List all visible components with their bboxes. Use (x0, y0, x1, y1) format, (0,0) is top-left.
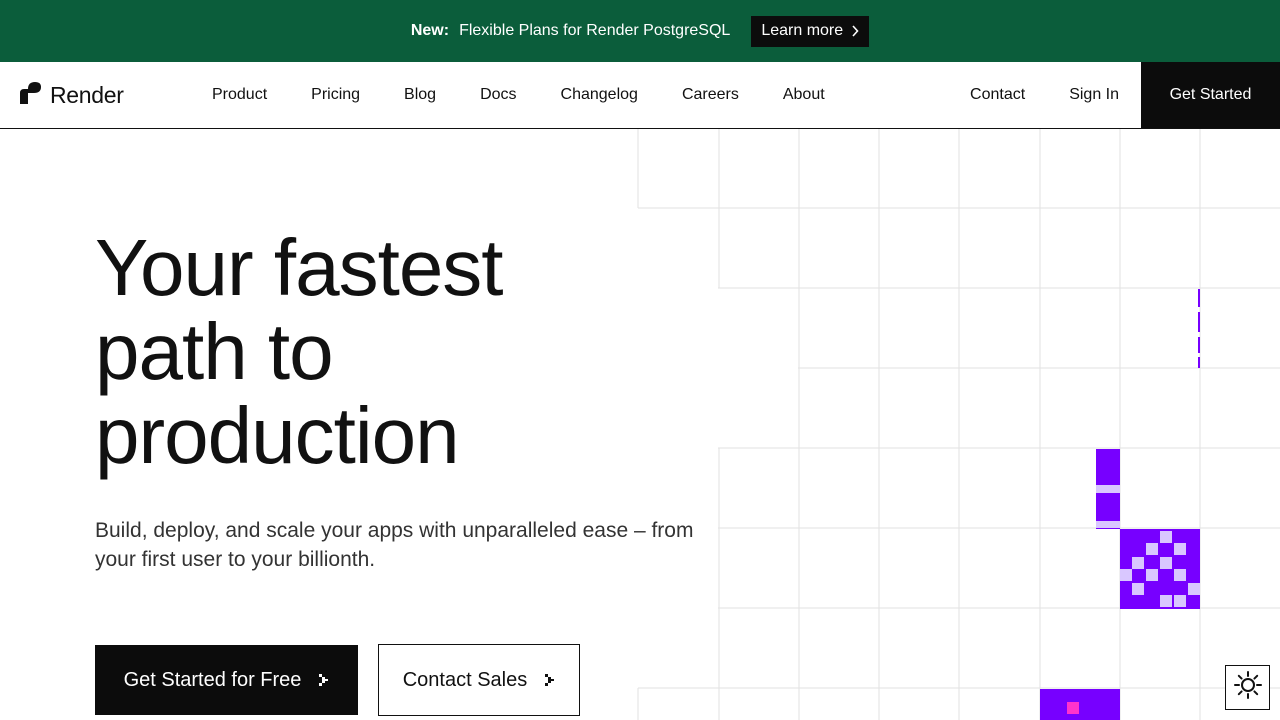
nav-link-contact[interactable]: Contact (948, 86, 1047, 104)
hero-title-line-1: Your fastest (95, 223, 504, 312)
announcement-content: New: Flexible Plans for Render PostgreSQ… (410, 15, 870, 47)
sun-icon (1233, 670, 1263, 705)
get-started-button[interactable]: Get Started (1141, 62, 1280, 128)
learn-more-label: Learn more (761, 22, 844, 39)
get-started-free-button[interactable]: Get Started for Free (95, 645, 358, 715)
nav-link-product[interactable]: Product (190, 86, 289, 104)
chevron-right-icon (317, 672, 329, 688)
hero-title-line-2: path to (95, 307, 334, 396)
theme-toggle-button[interactable] (1225, 665, 1270, 710)
get-started-free-label: Get Started for Free (123, 668, 302, 691)
main-nav: Render Product Pricing Blog Docs Changel… (0, 62, 1280, 129)
announcement-text: Flexible Plans for Render PostgreSQL (459, 22, 731, 39)
nav-link-about[interactable]: About (761, 86, 847, 104)
learn-more-button[interactable]: Learn more (751, 15, 870, 47)
grid-svg (637, 129, 1280, 720)
logo-link[interactable]: Render (20, 82, 124, 109)
nav-link-changelog[interactable]: Changelog (539, 86, 660, 104)
nav-links: Product Pricing Blog Docs Changelog Care… (190, 62, 847, 128)
announcement-badge: New: (410, 22, 450, 39)
announcement-banner: New: Flexible Plans for Render PostgreSQ… (0, 0, 1280, 62)
chevron-right-icon (851, 25, 859, 37)
hero-grid-illustration (630, 129, 1280, 720)
nav-link-careers[interactable]: Careers (660, 86, 761, 104)
contact-sales-button[interactable]: Contact Sales (378, 644, 580, 716)
hero-subtitle: Build, deploy, and scale your apps with … (95, 519, 694, 571)
nav-right: Contact Sign In (948, 62, 1141, 128)
nav-link-blog[interactable]: Blog (382, 86, 458, 104)
render-logo-icon (20, 82, 42, 109)
chevron-right-icon (543, 672, 555, 688)
hero-title: Your fastest path to production (95, 226, 655, 478)
sign-in-link[interactable]: Sign In (1047, 86, 1141, 104)
hero-title-line-3: production (95, 391, 460, 480)
contact-sales-label: Contact Sales (402, 668, 528, 691)
logo-text: Render (50, 82, 124, 108)
nav-link-docs[interactable]: Docs (458, 86, 538, 104)
nav-link-pricing[interactable]: Pricing (289, 86, 382, 104)
